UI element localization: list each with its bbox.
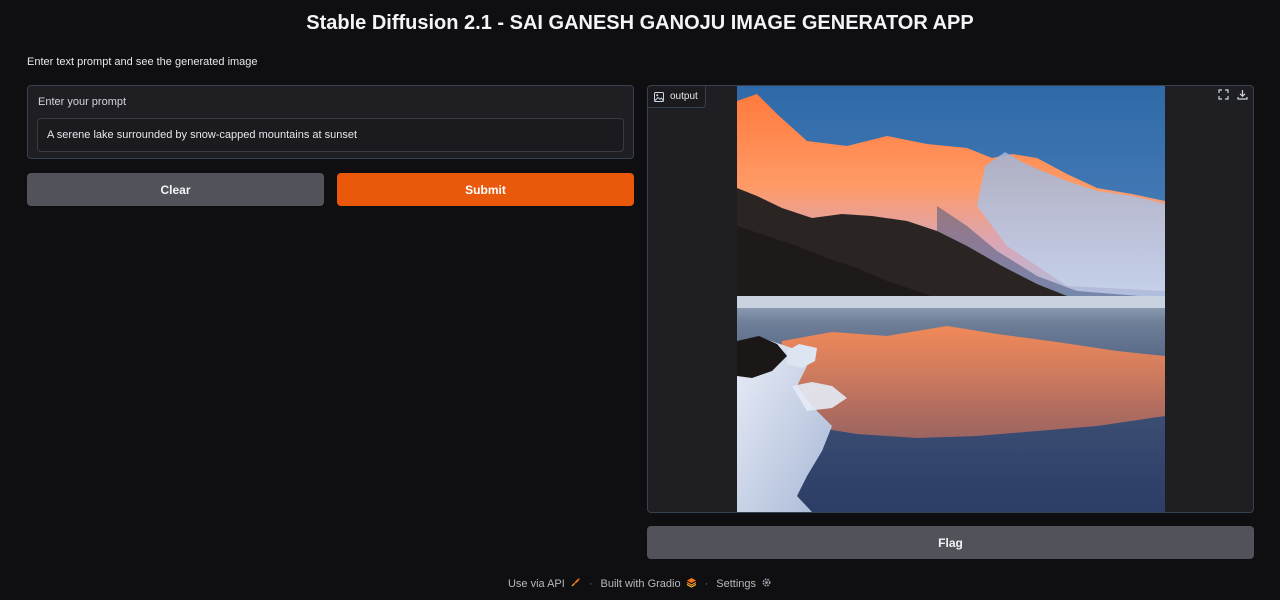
gear-icon bbox=[761, 577, 772, 591]
gradio-logo-icon bbox=[686, 577, 697, 591]
page-title: Stable Diffusion 2.1 - SAI GANESH GANOJU… bbox=[306, 12, 974, 34]
output-panel: output bbox=[647, 85, 1254, 513]
settings-label: Settings bbox=[716, 578, 757, 590]
prompt-input[interactable] bbox=[37, 118, 624, 152]
use-via-api-link[interactable]: Use via API bbox=[508, 577, 581, 591]
footer-separator: · bbox=[704, 578, 709, 590]
use-via-api-label: Use via API bbox=[507, 578, 565, 590]
generated-image bbox=[737, 86, 1165, 512]
rocket-icon bbox=[570, 577, 581, 591]
settings-link[interactable]: Settings bbox=[716, 577, 772, 591]
flag-button[interactable]: Flag bbox=[647, 526, 1254, 559]
prompt-block: Enter your prompt bbox=[27, 85, 634, 159]
footer: Use via API · Built with Gradio · Settin… bbox=[0, 577, 1280, 591]
output-label: output bbox=[648, 86, 706, 108]
prompt-label: Enter your prompt bbox=[38, 96, 127, 108]
fullscreen-icon[interactable] bbox=[1217, 88, 1230, 101]
built-with-gradio-link[interactable]: Built with Gradio bbox=[601, 577, 697, 591]
page-description: Enter text prompt and see the generated … bbox=[27, 56, 258, 68]
footer-separator: · bbox=[588, 578, 593, 590]
submit-button[interactable]: Submit bbox=[337, 173, 634, 206]
output-toolbar bbox=[1217, 88, 1249, 101]
clear-button[interactable]: Clear bbox=[27, 173, 324, 206]
image-icon bbox=[654, 91, 664, 102]
built-with-gradio-label: Built with Gradio bbox=[600, 578, 681, 590]
output-label-text: output bbox=[670, 91, 698, 102]
download-icon[interactable] bbox=[1236, 88, 1249, 101]
